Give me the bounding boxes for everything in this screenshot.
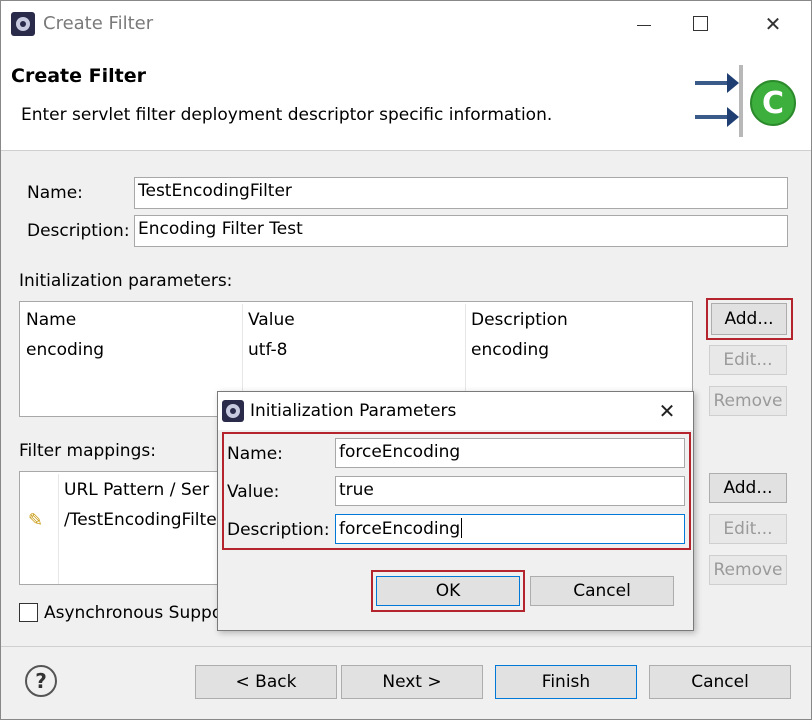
- column-header-url-pattern[interactable]: URL Pattern / Ser: [64, 480, 209, 500]
- close-button[interactable]: ✕: [751, 9, 795, 39]
- dialog-title-bar: Initialization Parameters ✕: [218, 392, 693, 430]
- back-button[interactable]: < Back: [195, 665, 337, 699]
- mapping-edit-button[interactable]: Edit...: [709, 514, 787, 544]
- dialog-fields-highlight: [222, 432, 691, 550]
- maximize-button[interactable]: [679, 9, 723, 39]
- table-cell-name[interactable]: encoding: [26, 340, 104, 360]
- dialog-close-button[interactable]: ✕: [652, 396, 682, 426]
- minimize-button[interactable]: [621, 9, 665, 39]
- svg-text:C: C: [762, 86, 784, 121]
- description-field[interactable]: Encoding Filter Test: [134, 215, 788, 247]
- maximize-icon: [693, 16, 708, 31]
- page-description: Enter servlet filter deployment descript…: [21, 105, 553, 125]
- wizard-header: Create Filter Enter servlet filter deplo…: [1, 47, 811, 151]
- description-label: Description:: [27, 221, 130, 241]
- name-field[interactable]: TestEncodingFilter: [134, 177, 788, 209]
- init-remove-button[interactable]: Remove: [709, 386, 787, 416]
- mapping-add-button[interactable]: Add...: [709, 473, 787, 503]
- init-edit-button[interactable]: Edit...: [709, 345, 787, 375]
- eclipse-dialog-icon: [222, 400, 244, 422]
- ok-button-highlight: [371, 570, 525, 612]
- close-icon: ✕: [658, 399, 676, 423]
- create-filter-window: Create Filter ✕ Create Filter Enter serv…: [0, 0, 812, 720]
- async-support-label: Asynchronous Suppo: [44, 603, 223, 623]
- window-title: Create Filter: [43, 13, 154, 34]
- next-button[interactable]: Next >: [341, 665, 483, 699]
- finish-button[interactable]: Finish: [495, 665, 637, 699]
- column-header-name[interactable]: Name: [26, 310, 76, 330]
- title-bar: Create Filter ✕: [1, 1, 811, 47]
- column-header-description[interactable]: Description: [471, 310, 568, 330]
- async-support-checkbox[interactable]: [19, 603, 38, 622]
- add-button-highlight: [706, 298, 793, 340]
- filter-mapping-row[interactable]: /TestEncodingFilte: [64, 510, 217, 530]
- cancel-button[interactable]: Cancel: [649, 665, 791, 699]
- table-cell-value[interactable]: utf-8: [248, 340, 287, 360]
- table-cell-description[interactable]: encoding: [471, 340, 549, 360]
- minimize-icon: [637, 25, 651, 26]
- help-icon: ?: [35, 669, 47, 693]
- footer-separator: [1, 646, 811, 647]
- init-params-label: Initialization parameters:: [19, 271, 233, 291]
- dialog-cancel-button[interactable]: Cancel: [530, 576, 674, 606]
- filter-mappings-table[interactable]: URL Pattern / Ser ✎ /TestEncodingFilte: [19, 471, 219, 585]
- column-header-value[interactable]: Value: [248, 310, 295, 330]
- column-divider: [58, 474, 59, 584]
- page-title: Create Filter: [11, 65, 146, 87]
- name-label: Name:: [27, 183, 83, 203]
- filter-wizard-banner-icon: C: [695, 65, 796, 137]
- filter-mappings-label: Filter mappings:: [19, 441, 156, 461]
- filter-mapping-icon: ✎: [28, 510, 44, 531]
- help-button[interactable]: ?: [25, 665, 57, 697]
- dialog-title: Initialization Parameters: [250, 401, 457, 421]
- close-icon: ✕: [764, 12, 782, 36]
- initialization-parameters-dialog: Initialization Parameters ✕ Name: forceE…: [217, 391, 694, 631]
- eclipse-app-icon: [11, 12, 35, 36]
- mapping-remove-button[interactable]: Remove: [709, 555, 787, 585]
